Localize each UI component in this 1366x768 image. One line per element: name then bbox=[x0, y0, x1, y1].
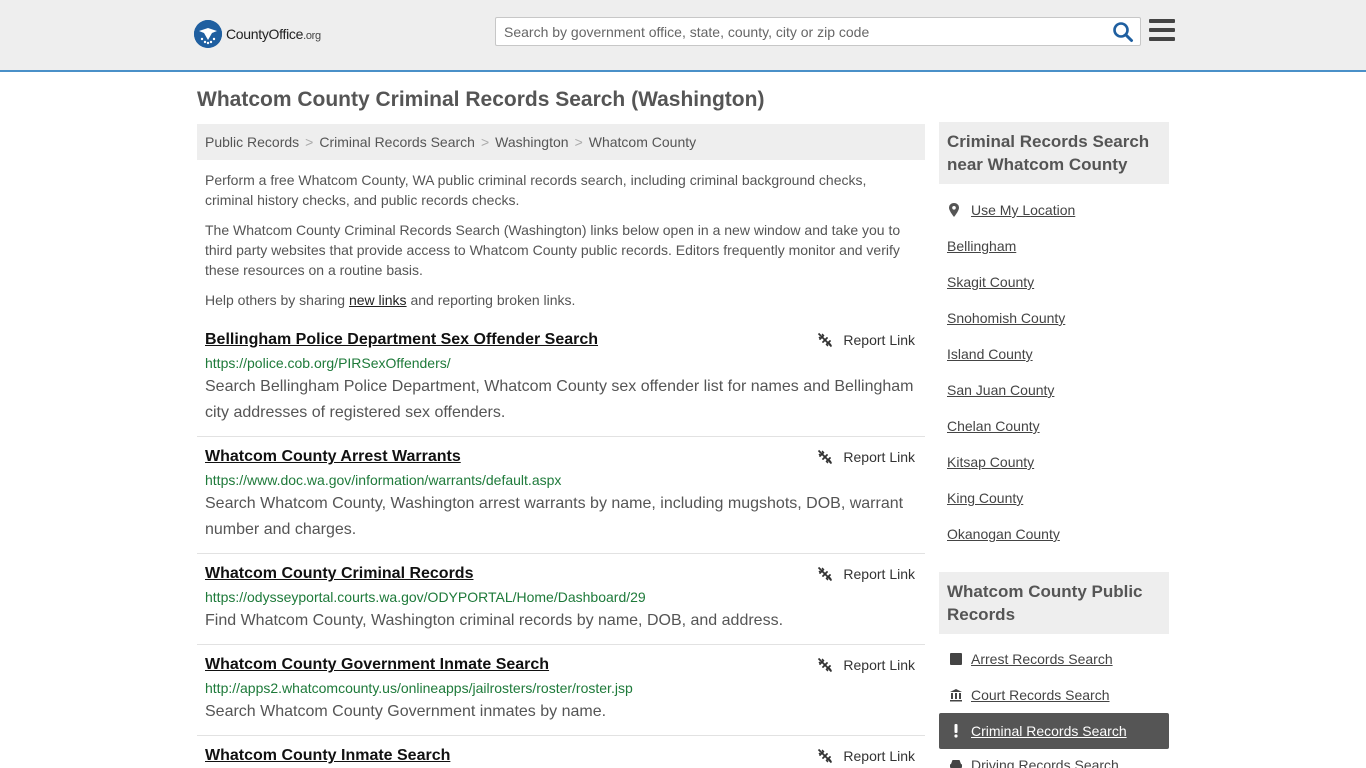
intro-paragraph-1: Perform a free Whatcom County, WA public… bbox=[205, 172, 867, 208]
intro-paragraph-2: The Whatcom County Criminal Records Sear… bbox=[205, 222, 901, 278]
result-item: Bellingham Police Department Sex Offende… bbox=[197, 331, 925, 437]
sidebar-public-records-title: Whatcom County Public Records bbox=[939, 572, 1169, 634]
breadcrumb: Public Records > Criminal Records Search > W… bbox=[197, 124, 925, 160]
eagle-seal-icon bbox=[194, 20, 222, 48]
report-link-button[interactable]: Report Link bbox=[817, 566, 915, 582]
breadcrumb-washington[interactable]: Washington bbox=[495, 134, 568, 150]
use-location-link[interactable]: Use My Location bbox=[971, 202, 1075, 218]
result-title-link[interactable]: Whatcom County Inmate Search bbox=[205, 747, 450, 765]
square-icon bbox=[949, 652, 963, 666]
sidebar-nearby-title: Criminal Records Search near Whatcom Cou… bbox=[939, 122, 1169, 184]
report-link-button[interactable]: Report Link bbox=[817, 332, 915, 348]
broken-link-icon bbox=[818, 566, 833, 582]
sidebar-item-court-records[interactable]: Court Records Search bbox=[939, 677, 1169, 713]
result-description: Search Whatcom County Government inmates… bbox=[205, 703, 607, 720]
result-item: Whatcom County Arrest Warrants Report Li… bbox=[197, 448, 925, 554]
broken-link-icon bbox=[818, 657, 833, 673]
breadcrumb-public-records[interactable]: Public Records bbox=[205, 134, 299, 150]
result-item: Whatcom County Inmate Search Report Link bbox=[197, 747, 925, 768]
hamburger-menu-icon[interactable] bbox=[1149, 19, 1175, 43]
result-description: Search Whatcom County, Washington arrest… bbox=[205, 495, 904, 538]
sidebar-item-driving-records[interactable]: Driving Records Search bbox=[939, 749, 1169, 768]
nearby-link-kitsap[interactable]: Kitsap County bbox=[947, 454, 1034, 470]
broken-link-icon bbox=[818, 449, 833, 465]
breadcrumb-criminal-records-search[interactable]: Criminal Records Search bbox=[319, 134, 475, 150]
sidebar-item-arrest-records[interactable]: Arrest Records Search bbox=[939, 641, 1169, 677]
nearby-link-snohomish[interactable]: Snohomish County bbox=[947, 310, 1065, 326]
result-title-link[interactable]: Whatcom County Criminal Records bbox=[205, 565, 473, 583]
search-input[interactable] bbox=[496, 18, 1096, 45]
nearby-link-island[interactable]: Island County bbox=[947, 346, 1033, 362]
sidebar-item-label[interactable]: Court Records Search bbox=[971, 687, 1110, 703]
use-location-item[interactable]: Use My Location bbox=[947, 202, 1075, 218]
report-link-button[interactable]: Report Link bbox=[817, 748, 915, 764]
result-item: Whatcom County Criminal Records Report L… bbox=[197, 565, 925, 645]
result-title-link[interactable]: Whatcom County Arrest Warrants bbox=[205, 448, 461, 466]
courthouse-icon bbox=[949, 688, 963, 702]
report-link-button[interactable]: Report Link bbox=[817, 449, 915, 465]
car-icon bbox=[949, 757, 963, 768]
breadcrumb-whatcom-county[interactable]: Whatcom County bbox=[589, 134, 696, 150]
logo-text: CountyOffice.org bbox=[226, 26, 321, 42]
sidebar-item-label[interactable]: Criminal Records Search bbox=[971, 723, 1127, 739]
sidebar-item-label[interactable]: Driving Records Search bbox=[971, 757, 1119, 768]
result-url[interactable]: http://apps2.whatcomcounty.us/onlineapps… bbox=[205, 680, 633, 696]
site-logo[interactable]: CountyOffice.org bbox=[194, 20, 321, 48]
new-links-link[interactable]: new links bbox=[349, 292, 407, 308]
search-icon[interactable] bbox=[1112, 21, 1134, 43]
breadcrumb-separator: > bbox=[305, 134, 314, 150]
broken-link-icon bbox=[818, 332, 833, 348]
breadcrumb-separator: > bbox=[574, 134, 583, 150]
nearby-link-chelan[interactable]: Chelan County bbox=[947, 418, 1040, 434]
result-description: Search Bellingham Police Department, Wha… bbox=[205, 378, 914, 421]
nearby-link-bellingham[interactable]: Bellingham bbox=[947, 238, 1016, 254]
map-pin-icon bbox=[949, 203, 959, 217]
nearby-link-king[interactable]: King County bbox=[947, 490, 1023, 506]
result-url[interactable]: https://www.doc.wa.gov/information/warra… bbox=[205, 472, 561, 488]
page-title: Whatcom County Criminal Records Search (… bbox=[197, 88, 765, 111]
site-header: CountyOffice.org bbox=[0, 0, 1366, 72]
sidebar-item-label[interactable]: Arrest Records Search bbox=[971, 651, 1113, 667]
intro-paragraph-3: Help others by sharing new links and rep… bbox=[205, 292, 576, 308]
result-title-link[interactable]: Whatcom County Government Inmate Search bbox=[205, 656, 549, 674]
result-url[interactable]: https://police.cob.org/PIRSexOffenders/ bbox=[205, 355, 451, 371]
result-url[interactable]: https://odysseyportal.courts.wa.gov/ODYP… bbox=[205, 589, 646, 605]
nearby-link-skagit[interactable]: Skagit County bbox=[947, 274, 1034, 290]
sidebar-item-criminal-records[interactable]: Criminal Records Search bbox=[939, 713, 1169, 749]
nearby-link-okanogan[interactable]: Okanogan County bbox=[947, 526, 1060, 542]
broken-link-icon bbox=[818, 748, 833, 764]
breadcrumb-separator: > bbox=[480, 134, 490, 150]
nearby-link-san-juan[interactable]: San Juan County bbox=[947, 382, 1054, 398]
result-description: Find Whatcom County, Washington criminal… bbox=[205, 612, 784, 629]
report-link-button[interactable]: Report Link bbox=[817, 657, 915, 673]
search-box bbox=[495, 17, 1141, 46]
result-title-link[interactable]: Bellingham Police Department Sex Offende… bbox=[205, 331, 598, 349]
result-item: Whatcom County Government Inmate Search … bbox=[197, 656, 925, 736]
exclamation-icon bbox=[949, 724, 963, 738]
